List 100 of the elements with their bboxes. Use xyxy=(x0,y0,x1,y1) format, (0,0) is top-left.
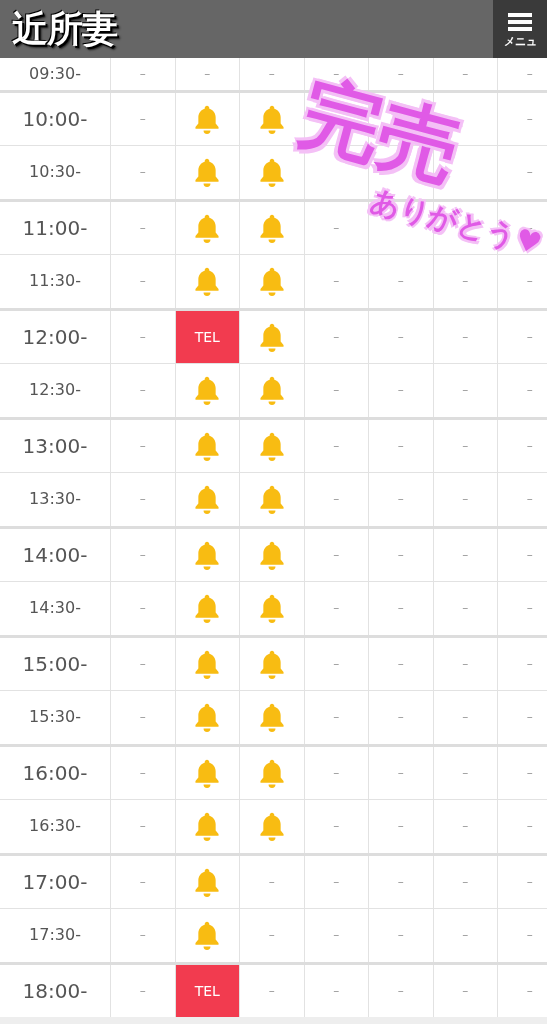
empty-slot-dash: – xyxy=(462,873,469,890)
time-label: 09:30- xyxy=(29,63,81,85)
bell-icon xyxy=(193,375,222,406)
empty-slot-dash: – xyxy=(526,437,533,454)
bell-icon xyxy=(257,103,286,134)
empty-slot-dash: – xyxy=(333,600,340,617)
empty-slot-dash: – xyxy=(333,927,340,944)
empty-slot-dash: – xyxy=(333,437,340,454)
empty-slot-dash: – xyxy=(397,873,404,890)
time-label: 13:00- xyxy=(22,432,88,460)
menu-icon xyxy=(508,11,532,32)
empty-slot-dash: – xyxy=(139,66,146,82)
empty-slot-dash: – xyxy=(397,927,404,944)
empty-slot-dash: – xyxy=(462,982,469,999)
empty-slot-dash: – xyxy=(139,437,146,454)
empty-slot-dash: – xyxy=(397,600,404,617)
empty-slot-dash: – xyxy=(139,491,146,508)
empty-slot-dash: – xyxy=(139,546,146,563)
empty-slot-dash: – xyxy=(139,982,146,999)
time-label: 10:00- xyxy=(22,105,88,133)
bell-icon xyxy=(257,811,286,842)
empty-slot-dash: – xyxy=(139,164,146,181)
time-label: 14:30- xyxy=(29,597,81,620)
empty-slot-dash: – xyxy=(462,382,469,399)
time-label: 17:00- xyxy=(22,868,88,896)
empty-slot-dash: – xyxy=(333,709,340,726)
time-label: 16:30- xyxy=(29,815,81,838)
time-label: 17:30- xyxy=(29,924,81,947)
empty-slot-dash: – xyxy=(333,273,340,290)
bell-icon xyxy=(193,593,222,624)
empty-slot-dash: – xyxy=(139,927,146,944)
empty-slot-dash: – xyxy=(397,328,404,345)
empty-slot-dash: – xyxy=(526,818,533,835)
empty-slot-dash: – xyxy=(462,818,469,835)
empty-slot-dash: – xyxy=(462,273,469,290)
empty-slot-dash: – xyxy=(526,273,533,290)
empty-slot-dash: – xyxy=(526,66,533,82)
site-logo[interactable]: 近所妻 xyxy=(12,11,118,47)
empty-slot-dash: – xyxy=(333,219,340,236)
menu-button[interactable]: メニュ xyxy=(493,0,547,58)
empty-slot-dash: – xyxy=(139,709,146,726)
empty-slot-dash: – xyxy=(397,764,404,781)
bell-icon xyxy=(193,157,222,188)
empty-slot-dash: – xyxy=(268,66,275,82)
empty-slot-dash: – xyxy=(526,491,533,508)
bell-icon xyxy=(193,702,222,733)
bell-icon xyxy=(257,157,286,188)
empty-slot-dash: – xyxy=(462,546,469,563)
empty-slot-dash: – xyxy=(526,764,533,781)
empty-slot-dash: – xyxy=(204,66,211,82)
empty-slot-dash: – xyxy=(397,273,404,290)
empty-slot-dash: – xyxy=(462,491,469,508)
bell-icon xyxy=(193,811,222,842)
time-label: 12:00- xyxy=(22,323,88,351)
bell-icon xyxy=(193,539,222,570)
empty-slot-dash: – xyxy=(333,328,340,345)
time-label: 11:00- xyxy=(22,214,88,242)
bell-icon xyxy=(257,593,286,624)
empty-slot-dash: – xyxy=(333,491,340,508)
empty-slot-dash: – xyxy=(526,655,533,672)
bell-icon xyxy=(257,648,286,679)
time-label: 11:30- xyxy=(29,270,81,293)
empty-slot-dash: – xyxy=(526,709,533,726)
bell-icon xyxy=(193,757,222,788)
bell-icon xyxy=(257,539,286,570)
empty-slot-dash: – xyxy=(526,546,533,563)
empty-slot-dash: – xyxy=(139,219,146,236)
empty-slot-dash: – xyxy=(397,382,404,399)
empty-slot-dash: – xyxy=(333,382,340,399)
empty-slot-dash: – xyxy=(462,655,469,672)
time-label: 16:00- xyxy=(22,759,88,787)
empty-slot-dash: – xyxy=(268,873,275,890)
time-label: 18:00- xyxy=(22,977,88,1005)
empty-slot-dash: – xyxy=(333,818,340,835)
bell-icon xyxy=(193,266,222,297)
bell-icon xyxy=(193,103,222,134)
empty-slot-dash: – xyxy=(139,110,146,127)
time-label: 10:30- xyxy=(29,161,81,184)
empty-slot-dash: – xyxy=(139,818,146,835)
bell-icon xyxy=(193,484,222,515)
bell-icon xyxy=(257,375,286,406)
empty-slot-dash: – xyxy=(397,66,404,82)
empty-slot-dash: – xyxy=(526,927,533,944)
bell-icon xyxy=(257,321,286,352)
empty-slot-dash: – xyxy=(526,328,533,345)
time-label: 14:00- xyxy=(22,541,88,569)
tel-slot[interactable]: TEL xyxy=(175,965,239,1017)
empty-slot-dash: – xyxy=(462,66,469,82)
time-label: 15:00- xyxy=(22,650,88,678)
empty-slot-dash: – xyxy=(268,927,275,944)
bell-icon xyxy=(257,702,286,733)
empty-slot-dash: – xyxy=(139,655,146,672)
empty-slot-dash: – xyxy=(268,982,275,999)
bell-icon xyxy=(257,266,286,297)
empty-slot-dash: – xyxy=(139,873,146,890)
empty-slot-dash: – xyxy=(333,982,340,999)
empty-slot-dash: – xyxy=(462,328,469,345)
empty-slot-dash: – xyxy=(462,764,469,781)
empty-slot-dash: – xyxy=(139,600,146,617)
tel-slot[interactable]: TEL xyxy=(175,311,239,363)
